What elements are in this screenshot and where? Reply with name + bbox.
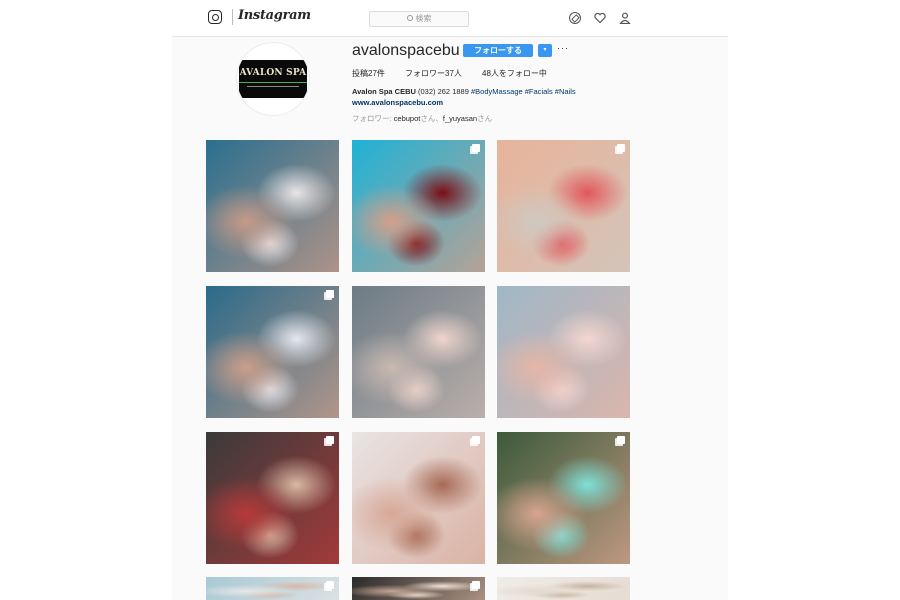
avatar-logo: AVALON SPA [239,60,307,98]
heart-icon[interactable] [594,12,606,24]
multiple-photos-icon [472,581,480,589]
avatar-logo-text: AVALON SPA [239,68,307,78]
bio-name: Avalon Spa CEBU [352,87,416,96]
hashtag-link[interactable]: #Facials [525,87,553,96]
photo-tile[interactable] [352,286,485,418]
instagram-camera-icon[interactable] [208,10,222,24]
followed-by-suffix: さん [477,114,493,123]
follow-button[interactable]: フォローする [463,44,533,57]
photo-tile[interactable] [352,577,485,600]
compass-icon[interactable] [569,12,581,24]
multiple-photos-icon [326,290,334,298]
avatar-logo-line [239,82,307,83]
hashtag-link[interactable]: #Nails [555,87,576,96]
multiple-photos-icon [326,436,334,444]
top-navigation-bar: Instagram 検索 [172,0,728,37]
multiple-photos-icon [472,144,480,152]
photo-tile[interactable] [497,286,630,418]
photo-tile[interactable] [352,432,485,564]
person-icon[interactable] [619,12,631,24]
followed-by-separator: さん、 [420,114,443,123]
website-link[interactable]: www.avalonspacebu.com [352,98,443,107]
photo-tile[interactable] [497,432,630,564]
following-count[interactable]: 48人をフォロー中 [482,68,547,79]
followers-count[interactable]: フォロワー37人 [405,68,462,79]
follower-link[interactable]: f_yuyasan [443,114,477,123]
bio-phone: (032) 262 1889 [418,87,469,96]
search-placeholder: 検索 [415,14,432,23]
photo-tile[interactable] [497,140,630,272]
profile-bio: Avalon Spa CEBU (032) 262 1889 #BodyMass… [352,87,576,108]
instagram-wordmark[interactable]: Instagram [238,8,311,23]
photo-tile[interactable] [497,577,630,600]
multiple-photos-icon [472,436,480,444]
photo-tile[interactable] [352,140,485,272]
more-options-button[interactable]: ··· [557,43,569,53]
photo-tile[interactable] [206,140,339,272]
photo-tile[interactable] [206,577,339,600]
followed-by-text: フォロワー: cebupotさん、f_yuyasanさん [352,113,492,124]
profile-username: avalonspacebu [352,42,460,59]
search-input[interactable]: 検索 [369,11,469,27]
follow-options-button[interactable]: ▾ [538,44,552,57]
posts-count: 投稿27件 [352,69,385,78]
multiple-photos-icon [617,144,625,152]
profile-avatar[interactable]: AVALON SPA [236,42,310,116]
multiple-photos-icon [326,581,334,589]
photo-tile[interactable] [206,286,339,418]
hashtag-link[interactable]: #BodyMassage [471,87,523,96]
avatar-logo-subline [247,86,299,87]
followed-by-prefix: フォロワー: [352,114,394,123]
logo-divider [232,9,233,25]
photo-tile[interactable] [206,432,339,564]
multiple-photos-icon [617,436,625,444]
search-icon [406,14,413,21]
follower-link[interactable]: cebupot [394,114,421,123]
